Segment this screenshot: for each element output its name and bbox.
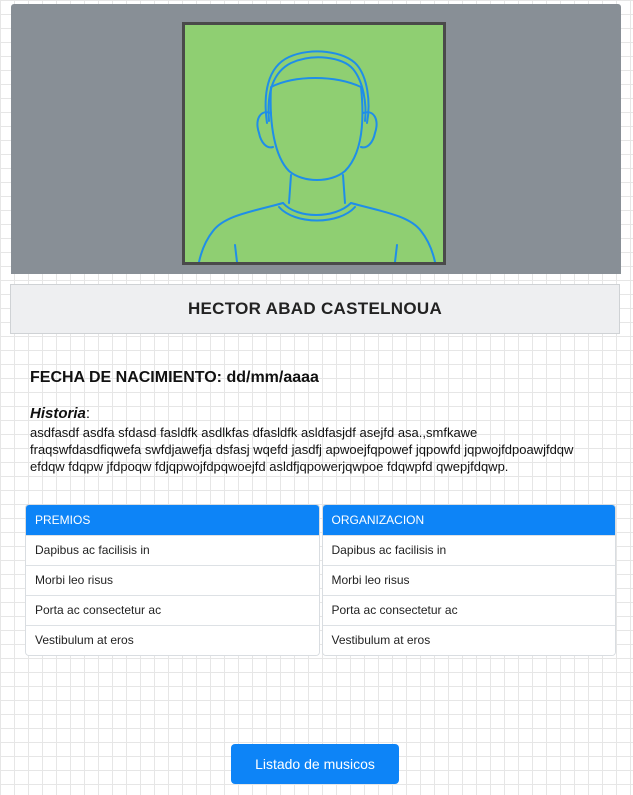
- list-item: Porta ac consectetur ac: [26, 595, 319, 625]
- awards-header: PREMIOS: [26, 505, 319, 535]
- profile-photo: [182, 22, 446, 265]
- list-item: Vestibulum at eros: [322, 625, 615, 655]
- list-item: Vestibulum at eros: [26, 625, 319, 655]
- history-label: Historia: [30, 405, 86, 422]
- profile-name: HECTOR ABAD CASTELNOUA: [187, 299, 443, 318]
- profile-hero: [11, 4, 621, 274]
- birth-date: FECHA DE NACIMIENTO: dd/mm/aaaa: [30, 369, 319, 386]
- list-item: Morbi leo risus: [26, 565, 319, 595]
- profile-name-bar: HECTOR ABAD CASTELNOUA: [10, 284, 620, 334]
- list-item: Dapibus ac facilisis in: [322, 535, 615, 565]
- person-placeholder-icon: [198, 50, 436, 262]
- organization-header: ORGANIZACION: [322, 505, 615, 535]
- list-musicians-button[interactable]: Listado de musicos: [231, 744, 399, 784]
- organization-list: ORGANIZACION Dapibus ac facilisis in Mor…: [321, 504, 616, 656]
- details-lists: PREMIOS Dapibus ac facilisis in Morbi le…: [25, 504, 616, 656]
- history-title: Historia:: [30, 405, 90, 422]
- list-item: Dapibus ac facilisis in: [26, 535, 319, 565]
- awards-list: PREMIOS Dapibus ac facilisis in Morbi le…: [25, 504, 320, 656]
- list-item: Morbi leo risus: [322, 565, 615, 595]
- list-item: Porta ac consectetur ac: [322, 595, 615, 625]
- history-text: asdfasdf asdfa sfdasd fasldfk asdlkfas d…: [30, 425, 574, 474]
- history-colon: :: [85, 405, 91, 422]
